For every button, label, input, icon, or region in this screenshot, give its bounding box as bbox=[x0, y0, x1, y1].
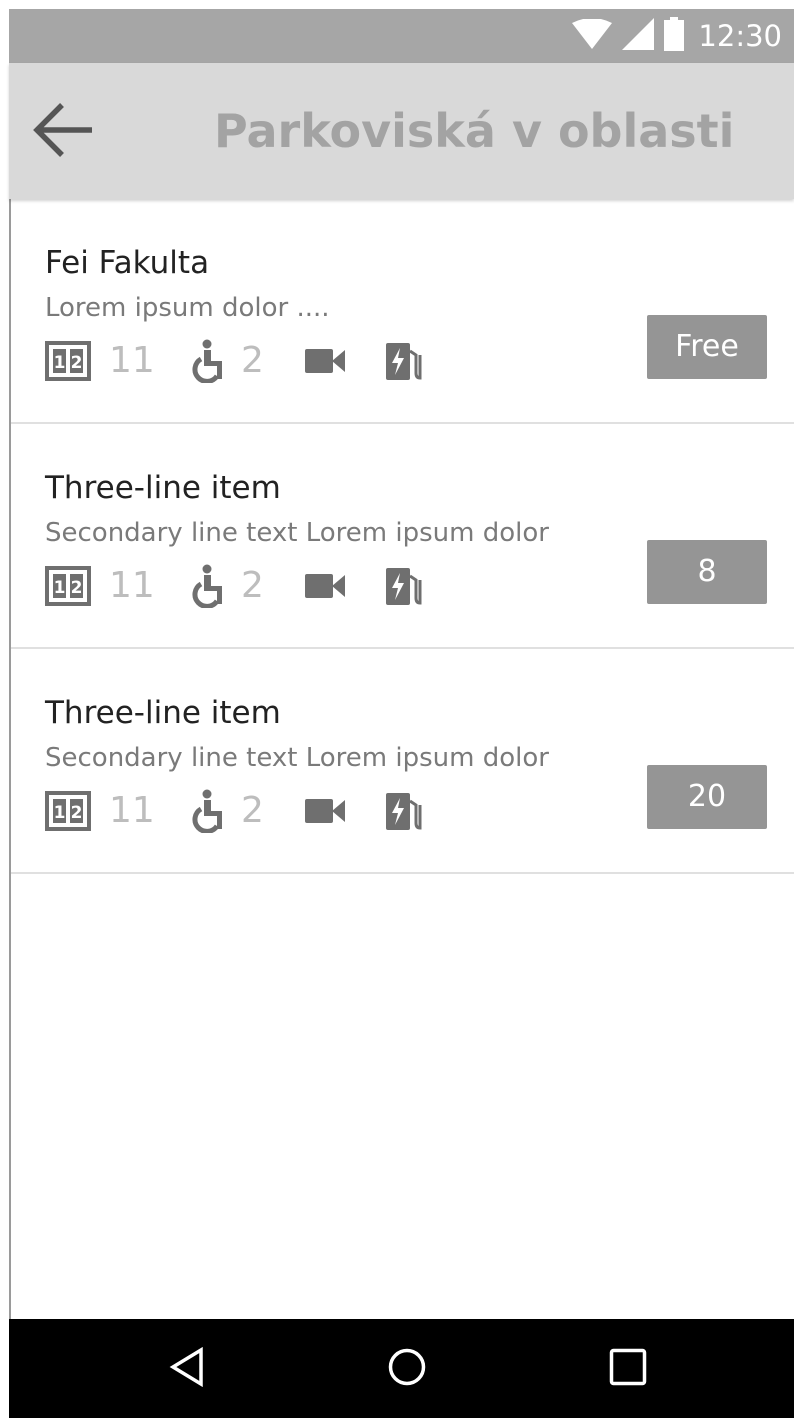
parking-description: Lorem ipsum dolor .... bbox=[45, 293, 330, 323]
wifi-icon bbox=[572, 18, 613, 53]
back-button[interactable] bbox=[25, 97, 101, 167]
wheelchair-icon bbox=[189, 564, 225, 608]
ev-charging-icon bbox=[385, 789, 423, 833]
parking-spots-icon: 1 2 bbox=[45, 789, 91, 833]
parking-spots-icon: 1 2 bbox=[45, 564, 91, 608]
accessible-spots-count: 2 bbox=[241, 565, 264, 606]
parking-spots-icon: 1 2 bbox=[45, 339, 91, 383]
svg-text:2: 2 bbox=[71, 803, 83, 823]
accessible-spots-count: 2 bbox=[241, 790, 264, 831]
parking-name: Three-line item bbox=[45, 470, 281, 506]
wheelchair-icon bbox=[189, 339, 225, 383]
parking-list-item[interactable]: Three-line item Secondary line text Lore… bbox=[11, 424, 794, 649]
availability-badge: Free bbox=[647, 315, 767, 379]
availability-badge: 20 bbox=[647, 765, 767, 829]
page-title: Parkoviská v oblasti bbox=[214, 104, 735, 158]
video-camera-icon bbox=[305, 564, 345, 608]
svg-text:2: 2 bbox=[71, 578, 83, 598]
parking-list-item[interactable]: Fei Fakulta Lorem ipsum dolor .... 1 2 1… bbox=[11, 199, 794, 424]
recents-square-icon bbox=[609, 1348, 647, 1390]
parking-description: Secondary line text Lorem ipsum dolor bbox=[45, 518, 549, 548]
parking-description: Secondary line text Lorem ipsum dolor bbox=[45, 743, 549, 773]
parking-name: Fei Fakulta bbox=[45, 245, 210, 281]
parking-name: Three-line item bbox=[45, 695, 281, 731]
arrow-back-icon bbox=[32, 101, 94, 163]
system-nav-bar bbox=[9, 1319, 794, 1418]
parking-spots-count: 11 bbox=[109, 340, 155, 381]
status-time: 12:30 bbox=[698, 19, 782, 53]
status-icons: 12:30 bbox=[572, 9, 782, 63]
app-screen: 12:30 Parkoviská v oblasti Fei Fakulta L… bbox=[9, 9, 794, 1418]
cellular-signal-icon bbox=[622, 18, 655, 54]
accessible-spots-count: 2 bbox=[241, 340, 264, 381]
video-camera-icon bbox=[305, 339, 345, 383]
availability-badge: 8 bbox=[647, 540, 767, 604]
nav-recents-button[interactable] bbox=[598, 1339, 658, 1399]
svg-text:2: 2 bbox=[71, 353, 83, 373]
svg-text:1: 1 bbox=[54, 353, 66, 373]
parking-list-item[interactable]: Three-line item Secondary line text Lore… bbox=[11, 649, 794, 874]
home-circle-icon bbox=[387, 1347, 427, 1391]
wheelchair-icon bbox=[189, 789, 225, 833]
status-bar: 12:30 bbox=[9, 9, 794, 63]
parking-spots-count: 11 bbox=[109, 790, 155, 831]
nav-back-button[interactable] bbox=[157, 1339, 217, 1399]
ev-charging-icon bbox=[385, 564, 423, 608]
parking-spots-count: 11 bbox=[109, 565, 155, 606]
app-bar: Parkoviská v oblasti bbox=[9, 63, 794, 199]
ev-charging-icon bbox=[385, 339, 423, 383]
svg-text:1: 1 bbox=[54, 578, 66, 598]
parking-list: Fei Fakulta Lorem ipsum dolor .... 1 2 1… bbox=[9, 199, 794, 1319]
nav-home-button[interactable] bbox=[377, 1339, 437, 1399]
video-camera-icon bbox=[305, 789, 345, 833]
back-triangle-icon bbox=[169, 1346, 205, 1391]
battery-icon bbox=[664, 17, 685, 55]
svg-text:1: 1 bbox=[54, 803, 66, 823]
